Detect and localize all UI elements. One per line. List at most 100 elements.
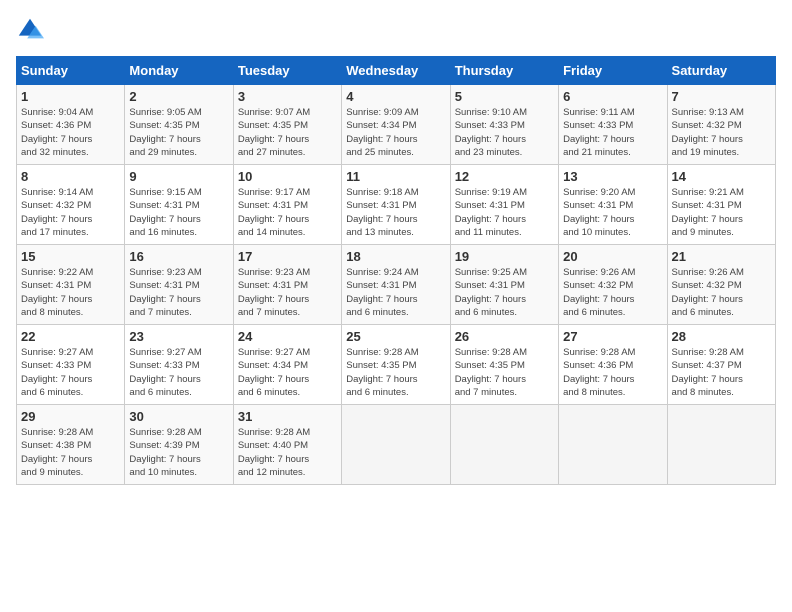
day-header-wednesday: Wednesday xyxy=(342,57,450,85)
calendar-week-5: 29 Sunrise: 9:28 AM Sunset: 4:38 PM Dayli… xyxy=(17,405,776,485)
day-info: Sunrise: 9:04 AM Sunset: 4:36 PM Dayligh… xyxy=(21,106,120,159)
calendar-table: SundayMondayTuesdayWednesdayThursdayFrid… xyxy=(16,56,776,485)
day-number: 22 xyxy=(21,329,120,344)
calendar-cell: 23 Sunrise: 9:27 AM Sunset: 4:33 PM Dayli… xyxy=(125,325,233,405)
calendar-cell: 28 Sunrise: 9:28 AM Sunset: 4:37 PM Dayli… xyxy=(667,325,775,405)
day-number: 31 xyxy=(238,409,337,424)
calendar-cell: 25 Sunrise: 9:28 AM Sunset: 4:35 PM Dayli… xyxy=(342,325,450,405)
calendar-week-3: 15Sunrise: 9:22 AM Sunset: 4:31 PM Dayli… xyxy=(17,245,776,325)
day-info: Sunrise: 9:09 AM Sunset: 4:34 PM Dayligh… xyxy=(346,106,445,159)
calendar-week-2: 8 Sunrise: 9:14 AM Sunset: 4:32 PM Daylig… xyxy=(17,165,776,245)
calendar-cell: 16 Sunrise: 9:23 AM Sunset: 4:31 PM Dayli… xyxy=(125,245,233,325)
day-info: Sunrise: 9:13 AM Sunset: 4:32 PM Dayligh… xyxy=(672,106,771,159)
day-number: 14 xyxy=(672,169,771,184)
day-number: 8 xyxy=(21,169,120,184)
day-info: Sunrise: 9:22 AM Sunset: 4:31 PM Dayligh… xyxy=(21,266,120,319)
day-info: Sunrise: 9:07 AM Sunset: 4:35 PM Dayligh… xyxy=(238,106,337,159)
calendar-cell: 2 Sunrise: 9:05 AM Sunset: 4:35 PM Daylig… xyxy=(125,85,233,165)
day-number: 21 xyxy=(672,249,771,264)
calendar-cell: 11 Sunrise: 9:18 AM Sunset: 4:31 PM Dayli… xyxy=(342,165,450,245)
day-info: Sunrise: 9:23 AM Sunset: 4:31 PM Dayligh… xyxy=(129,266,228,319)
logo xyxy=(16,16,48,44)
day-number: 16 xyxy=(129,249,228,264)
calendar-header-row: SundayMondayTuesdayWednesdayThursdayFrid… xyxy=(17,57,776,85)
day-info: Sunrise: 9:27 AM Sunset: 4:34 PM Dayligh… xyxy=(238,346,337,399)
day-info: Sunrise: 9:18 AM Sunset: 4:31 PM Dayligh… xyxy=(346,186,445,239)
day-number: 17 xyxy=(238,249,337,264)
calendar-cell: 22 Sunrise: 9:27 AM Sunset: 4:33 PM Dayli… xyxy=(17,325,125,405)
logo-icon xyxy=(16,16,44,44)
day-header-sunday: Sunday xyxy=(17,57,125,85)
day-header-tuesday: Tuesday xyxy=(233,57,341,85)
day-info: Sunrise: 9:28 AM Sunset: 4:35 PM Dayligh… xyxy=(455,346,554,399)
day-info: Sunrise: 9:26 AM Sunset: 4:32 PM Dayligh… xyxy=(672,266,771,319)
day-number: 12 xyxy=(455,169,554,184)
day-info: Sunrise: 9:28 AM Sunset: 4:35 PM Dayligh… xyxy=(346,346,445,399)
day-number: 25 xyxy=(346,329,445,344)
calendar-cell xyxy=(342,405,450,485)
day-number: 24 xyxy=(238,329,337,344)
day-number: 18 xyxy=(346,249,445,264)
day-info: Sunrise: 9:25 AM Sunset: 4:31 PM Dayligh… xyxy=(455,266,554,319)
calendar-cell: 6Sunrise: 9:11 AM Sunset: 4:33 PM Daylig… xyxy=(559,85,667,165)
calendar-cell: 12 Sunrise: 9:19 AM Sunset: 4:31 PM Dayli… xyxy=(450,165,558,245)
calendar-cell xyxy=(667,405,775,485)
calendar-cell: 9 Sunrise: 9:15 AM Sunset: 4:31 PM Daylig… xyxy=(125,165,233,245)
calendar-cell: 18Sunrise: 9:24 AM Sunset: 4:31 PM Dayli… xyxy=(342,245,450,325)
day-info: Sunrise: 9:21 AM Sunset: 4:31 PM Dayligh… xyxy=(672,186,771,239)
calendar-cell: 31Sunrise: 9:28 AM Sunset: 4:40 PM Dayli… xyxy=(233,405,341,485)
day-number: 4 xyxy=(346,89,445,104)
calendar-cell: 15Sunrise: 9:22 AM Sunset: 4:31 PM Dayli… xyxy=(17,245,125,325)
day-info: Sunrise: 9:28 AM Sunset: 4:36 PM Dayligh… xyxy=(563,346,662,399)
calendar-cell: 27Sunrise: 9:28 AM Sunset: 4:36 PM Dayli… xyxy=(559,325,667,405)
header xyxy=(16,16,776,44)
day-info: Sunrise: 9:15 AM Sunset: 4:31 PM Dayligh… xyxy=(129,186,228,239)
day-info: Sunrise: 9:27 AM Sunset: 4:33 PM Dayligh… xyxy=(129,346,228,399)
calendar-cell: 30Sunrise: 9:28 AM Sunset: 4:39 PM Dayli… xyxy=(125,405,233,485)
day-number: 20 xyxy=(563,249,662,264)
calendar-cell: 8 Sunrise: 9:14 AM Sunset: 4:32 PM Daylig… xyxy=(17,165,125,245)
day-number: 30 xyxy=(129,409,228,424)
calendar-cell xyxy=(559,405,667,485)
day-number: 28 xyxy=(672,329,771,344)
day-info: Sunrise: 9:20 AM Sunset: 4:31 PM Dayligh… xyxy=(563,186,662,239)
day-info: Sunrise: 9:26 AM Sunset: 4:32 PM Dayligh… xyxy=(563,266,662,319)
day-number: 6 xyxy=(563,89,662,104)
day-info: Sunrise: 9:19 AM Sunset: 4:31 PM Dayligh… xyxy=(455,186,554,239)
day-info: Sunrise: 9:17 AM Sunset: 4:31 PM Dayligh… xyxy=(238,186,337,239)
day-header-friday: Friday xyxy=(559,57,667,85)
day-info: Sunrise: 9:23 AM Sunset: 4:31 PM Dayligh… xyxy=(238,266,337,319)
day-number: 26 xyxy=(455,329,554,344)
day-header-monday: Monday xyxy=(125,57,233,85)
calendar-week-4: 22 Sunrise: 9:27 AM Sunset: 4:33 PM Dayli… xyxy=(17,325,776,405)
day-number: 23 xyxy=(129,329,228,344)
calendar-cell: 29 Sunrise: 9:28 AM Sunset: 4:38 PM Dayli… xyxy=(17,405,125,485)
day-info: Sunrise: 9:14 AM Sunset: 4:32 PM Dayligh… xyxy=(21,186,120,239)
day-header-saturday: Saturday xyxy=(667,57,775,85)
calendar-cell: 24 Sunrise: 9:27 AM Sunset: 4:34 PM Dayli… xyxy=(233,325,341,405)
day-info: Sunrise: 9:05 AM Sunset: 4:35 PM Dayligh… xyxy=(129,106,228,159)
calendar-cell: 7 Sunrise: 9:13 AM Sunset: 4:32 PM Daylig… xyxy=(667,85,775,165)
calendar-cell: 19 Sunrise: 9:25 AM Sunset: 4:31 PM Dayli… xyxy=(450,245,558,325)
day-info: Sunrise: 9:28 AM Sunset: 4:38 PM Dayligh… xyxy=(21,426,120,479)
calendar-cell: 26 Sunrise: 9:28 AM Sunset: 4:35 PM Dayli… xyxy=(450,325,558,405)
day-number: 10 xyxy=(238,169,337,184)
day-number: 29 xyxy=(21,409,120,424)
day-number: 2 xyxy=(129,89,228,104)
day-number: 9 xyxy=(129,169,228,184)
calendar-cell: 5Sunrise: 9:10 AM Sunset: 4:33 PM Daylig… xyxy=(450,85,558,165)
day-number: 11 xyxy=(346,169,445,184)
day-info: Sunrise: 9:27 AM Sunset: 4:33 PM Dayligh… xyxy=(21,346,120,399)
calendar-cell: 13 Sunrise: 9:20 AM Sunset: 4:31 PM Dayli… xyxy=(559,165,667,245)
calendar-cell: 3 Sunrise: 9:07 AM Sunset: 4:35 PM Daylig… xyxy=(233,85,341,165)
day-number: 7 xyxy=(672,89,771,104)
day-number: 1 xyxy=(21,89,120,104)
calendar-cell: 20 Sunrise: 9:26 AM Sunset: 4:32 PM Dayli… xyxy=(559,245,667,325)
day-number: 3 xyxy=(238,89,337,104)
calendar-cell: 10 Sunrise: 9:17 AM Sunset: 4:31 PM Dayli… xyxy=(233,165,341,245)
day-info: Sunrise: 9:28 AM Sunset: 4:37 PM Dayligh… xyxy=(672,346,771,399)
calendar-cell: 4 Sunrise: 9:09 AM Sunset: 4:34 PM Daylig… xyxy=(342,85,450,165)
day-number: 5 xyxy=(455,89,554,104)
day-number: 19 xyxy=(455,249,554,264)
day-number: 13 xyxy=(563,169,662,184)
